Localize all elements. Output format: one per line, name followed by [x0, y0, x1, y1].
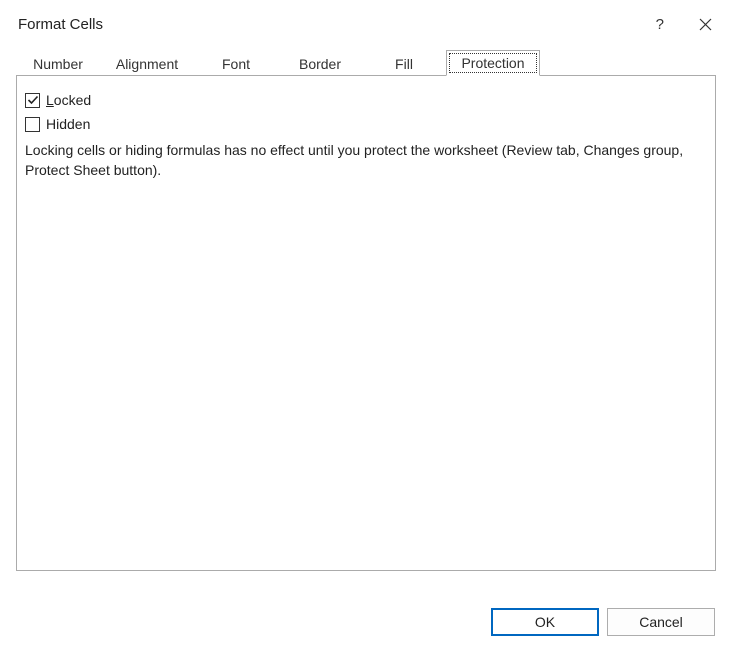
tab-font[interactable]: Font: [194, 50, 278, 76]
hidden-checkbox-row: Hidden: [25, 116, 707, 132]
tab-alignment[interactable]: Alignment: [100, 50, 194, 76]
hidden-label[interactable]: Hidden: [46, 116, 90, 132]
locked-checkbox-row: Locked: [25, 92, 707, 108]
dialog-title: Format Cells: [18, 16, 656, 33]
ok-button[interactable]: OK: [491, 608, 599, 636]
tab-protection[interactable]: Protection: [446, 50, 540, 76]
help-button[interactable]: ?: [656, 16, 664, 33]
close-icon: [699, 18, 712, 31]
tab-number[interactable]: Number: [16, 50, 100, 76]
tabstrip: Number Alignment Font Border Fill Protec…: [16, 50, 716, 76]
tab-content-protection: Locked Hidden Locking cells or hiding fo…: [16, 76, 716, 571]
hidden-checkbox[interactable]: [25, 117, 40, 132]
tab-underline: [16, 75, 716, 76]
tab-fill[interactable]: Fill: [362, 50, 446, 76]
close-button[interactable]: [698, 17, 712, 31]
dialog-body: Number Alignment Font Border Fill Protec…: [0, 42, 732, 571]
cancel-button[interactable]: Cancel: [607, 608, 715, 636]
tab-border[interactable]: Border: [278, 50, 362, 76]
locked-checkbox[interactable]: [25, 93, 40, 108]
titlebar-controls: ?: [656, 16, 718, 33]
checkmark-icon: [27, 94, 39, 106]
protection-info-text: Locking cells or hiding formulas has no …: [25, 140, 695, 181]
titlebar: Format Cells ?: [0, 0, 732, 42]
dialog-buttons: OK Cancel: [491, 608, 715, 636]
locked-label[interactable]: Locked: [46, 92, 91, 108]
